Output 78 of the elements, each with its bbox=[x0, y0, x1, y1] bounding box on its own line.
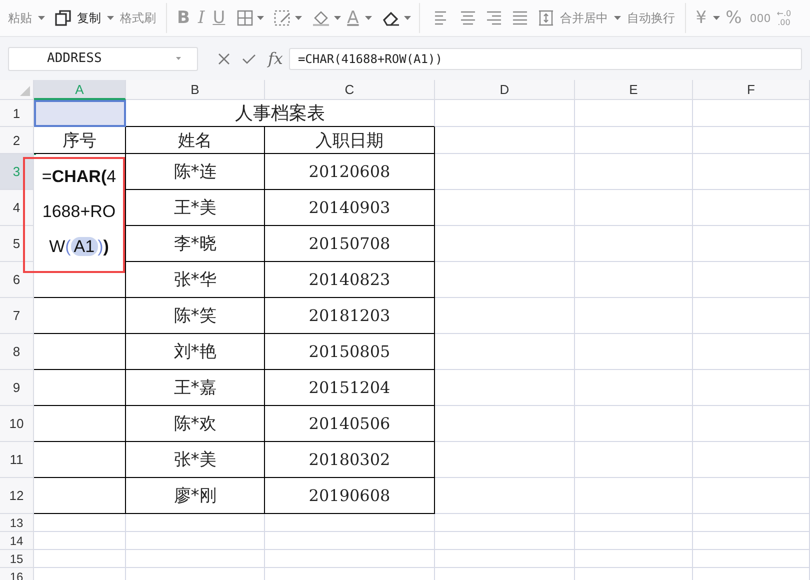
align-center-icon[interactable] bbox=[460, 10, 476, 26]
grid-cell[interactable] bbox=[34, 298, 126, 334]
caret-icon bbox=[257, 16, 264, 20]
row-header[interactable]: 13 bbox=[0, 514, 34, 532]
row-header[interactable]: 5 bbox=[0, 226, 34, 262]
table-cell: 20151204 bbox=[265, 370, 435, 406]
grid-cell[interactable] bbox=[34, 478, 126, 514]
column-header[interactable]: B bbox=[126, 80, 265, 100]
caret-icon bbox=[712, 16, 720, 20]
table-cell: 王*美 bbox=[126, 190, 265, 226]
caret-icon bbox=[38, 16, 45, 20]
caret-icon bbox=[334, 16, 342, 20]
check-icon[interactable] bbox=[242, 52, 256, 64]
table-cell: 陈*欢 bbox=[126, 406, 265, 442]
caret-icon bbox=[364, 16, 372, 20]
table-cell: 20180302 bbox=[265, 442, 435, 478]
table-cell: 20140506 bbox=[265, 406, 435, 442]
table-cell: 20181203 bbox=[265, 298, 435, 334]
row-header[interactable]: 9 bbox=[0, 370, 34, 406]
table-cell: 张*美 bbox=[126, 442, 265, 478]
copy-icon[interactable] bbox=[55, 10, 71, 26]
grid-cell[interactable] bbox=[34, 442, 126, 478]
table-cell: 王*嘉 bbox=[126, 370, 265, 406]
grid-cell[interactable] bbox=[34, 406, 126, 442]
table-title: 人事档案表 bbox=[126, 100, 435, 127]
column-heading: 姓名 bbox=[126, 127, 265, 154]
table-cell: 陈*连 bbox=[126, 154, 265, 190]
table-cell: 20190608 bbox=[265, 478, 435, 514]
column-heading: 序号 bbox=[34, 127, 126, 154]
eraser-icon[interactable] bbox=[382, 10, 400, 26]
table-cell: 廖*刚 bbox=[126, 478, 265, 514]
insert-function-button[interactable]: fx bbox=[268, 49, 283, 68]
caret-icon bbox=[295, 16, 302, 20]
name-box[interactable]: ADDRESS bbox=[8, 46, 198, 70]
table-cell: 刘*艳 bbox=[126, 334, 265, 370]
row-header[interactable]: 1 bbox=[0, 100, 34, 127]
table-cell: 20150805 bbox=[265, 334, 435, 370]
row-header[interactable]: 6 bbox=[0, 262, 34, 298]
row-header[interactable]: 14 bbox=[0, 532, 34, 550]
column-header[interactable]: F bbox=[693, 80, 810, 100]
formula-field[interactable]: =CHAR(41688+ROW(A1)) bbox=[288, 48, 802, 70]
table-cell: 20140903 bbox=[265, 190, 435, 226]
row-header[interactable]: 4 bbox=[0, 190, 34, 226]
row-header[interactable]: 8 bbox=[0, 334, 34, 370]
table-cell: 陈*笑 bbox=[126, 298, 265, 334]
border-grid-icon[interactable] bbox=[237, 10, 254, 26]
reference-cell[interactable] bbox=[34, 100, 126, 127]
table-cell: 张*华 bbox=[126, 262, 265, 298]
column-heading: 入职日期 bbox=[265, 127, 435, 154]
select-all-icon[interactable] bbox=[20, 86, 30, 96]
distribute-icon[interactable] bbox=[538, 10, 554, 26]
align-right-icon[interactable] bbox=[486, 10, 502, 26]
paint-bucket-icon[interactable] bbox=[312, 10, 330, 26]
row-header[interactable]: 10 bbox=[0, 406, 34, 442]
justify-icon[interactable] bbox=[512, 10, 528, 26]
row-header[interactable]: 2 bbox=[0, 127, 34, 154]
column-header[interactable]: C bbox=[265, 80, 435, 100]
caret-icon bbox=[404, 16, 411, 20]
grid-cell[interactable] bbox=[34, 334, 126, 370]
column-header[interactable]: E bbox=[575, 80, 693, 100]
caret-icon bbox=[614, 16, 621, 20]
table-cell: 李*晓 bbox=[126, 226, 265, 262]
table-cell: 20120608 bbox=[265, 154, 435, 190]
caret-icon bbox=[176, 57, 181, 60]
caret-icon bbox=[107, 16, 114, 20]
dotted-box-icon[interactable] bbox=[274, 10, 292, 26]
row-header[interactable]: 12 bbox=[0, 478, 34, 514]
cancel-icon[interactable] bbox=[218, 52, 230, 64]
copy-button[interactable]: 复制 bbox=[75, 10, 103, 26]
grid-cell[interactable] bbox=[34, 370, 126, 406]
row-header[interactable]: 15 bbox=[0, 550, 34, 568]
column-header[interactable]: D bbox=[435, 80, 575, 100]
table-cell: 20150708 bbox=[265, 226, 435, 262]
cell-editor[interactable]: =CHAR(41688+ROW( A1 )) bbox=[34, 155, 124, 263]
table-cell: 20140823 bbox=[265, 262, 435, 298]
row-header[interactable]: 7 bbox=[0, 298, 34, 334]
name-box-text: ADDRESS bbox=[47, 51, 102, 66]
row-header[interactable]: 11 bbox=[0, 442, 34, 478]
